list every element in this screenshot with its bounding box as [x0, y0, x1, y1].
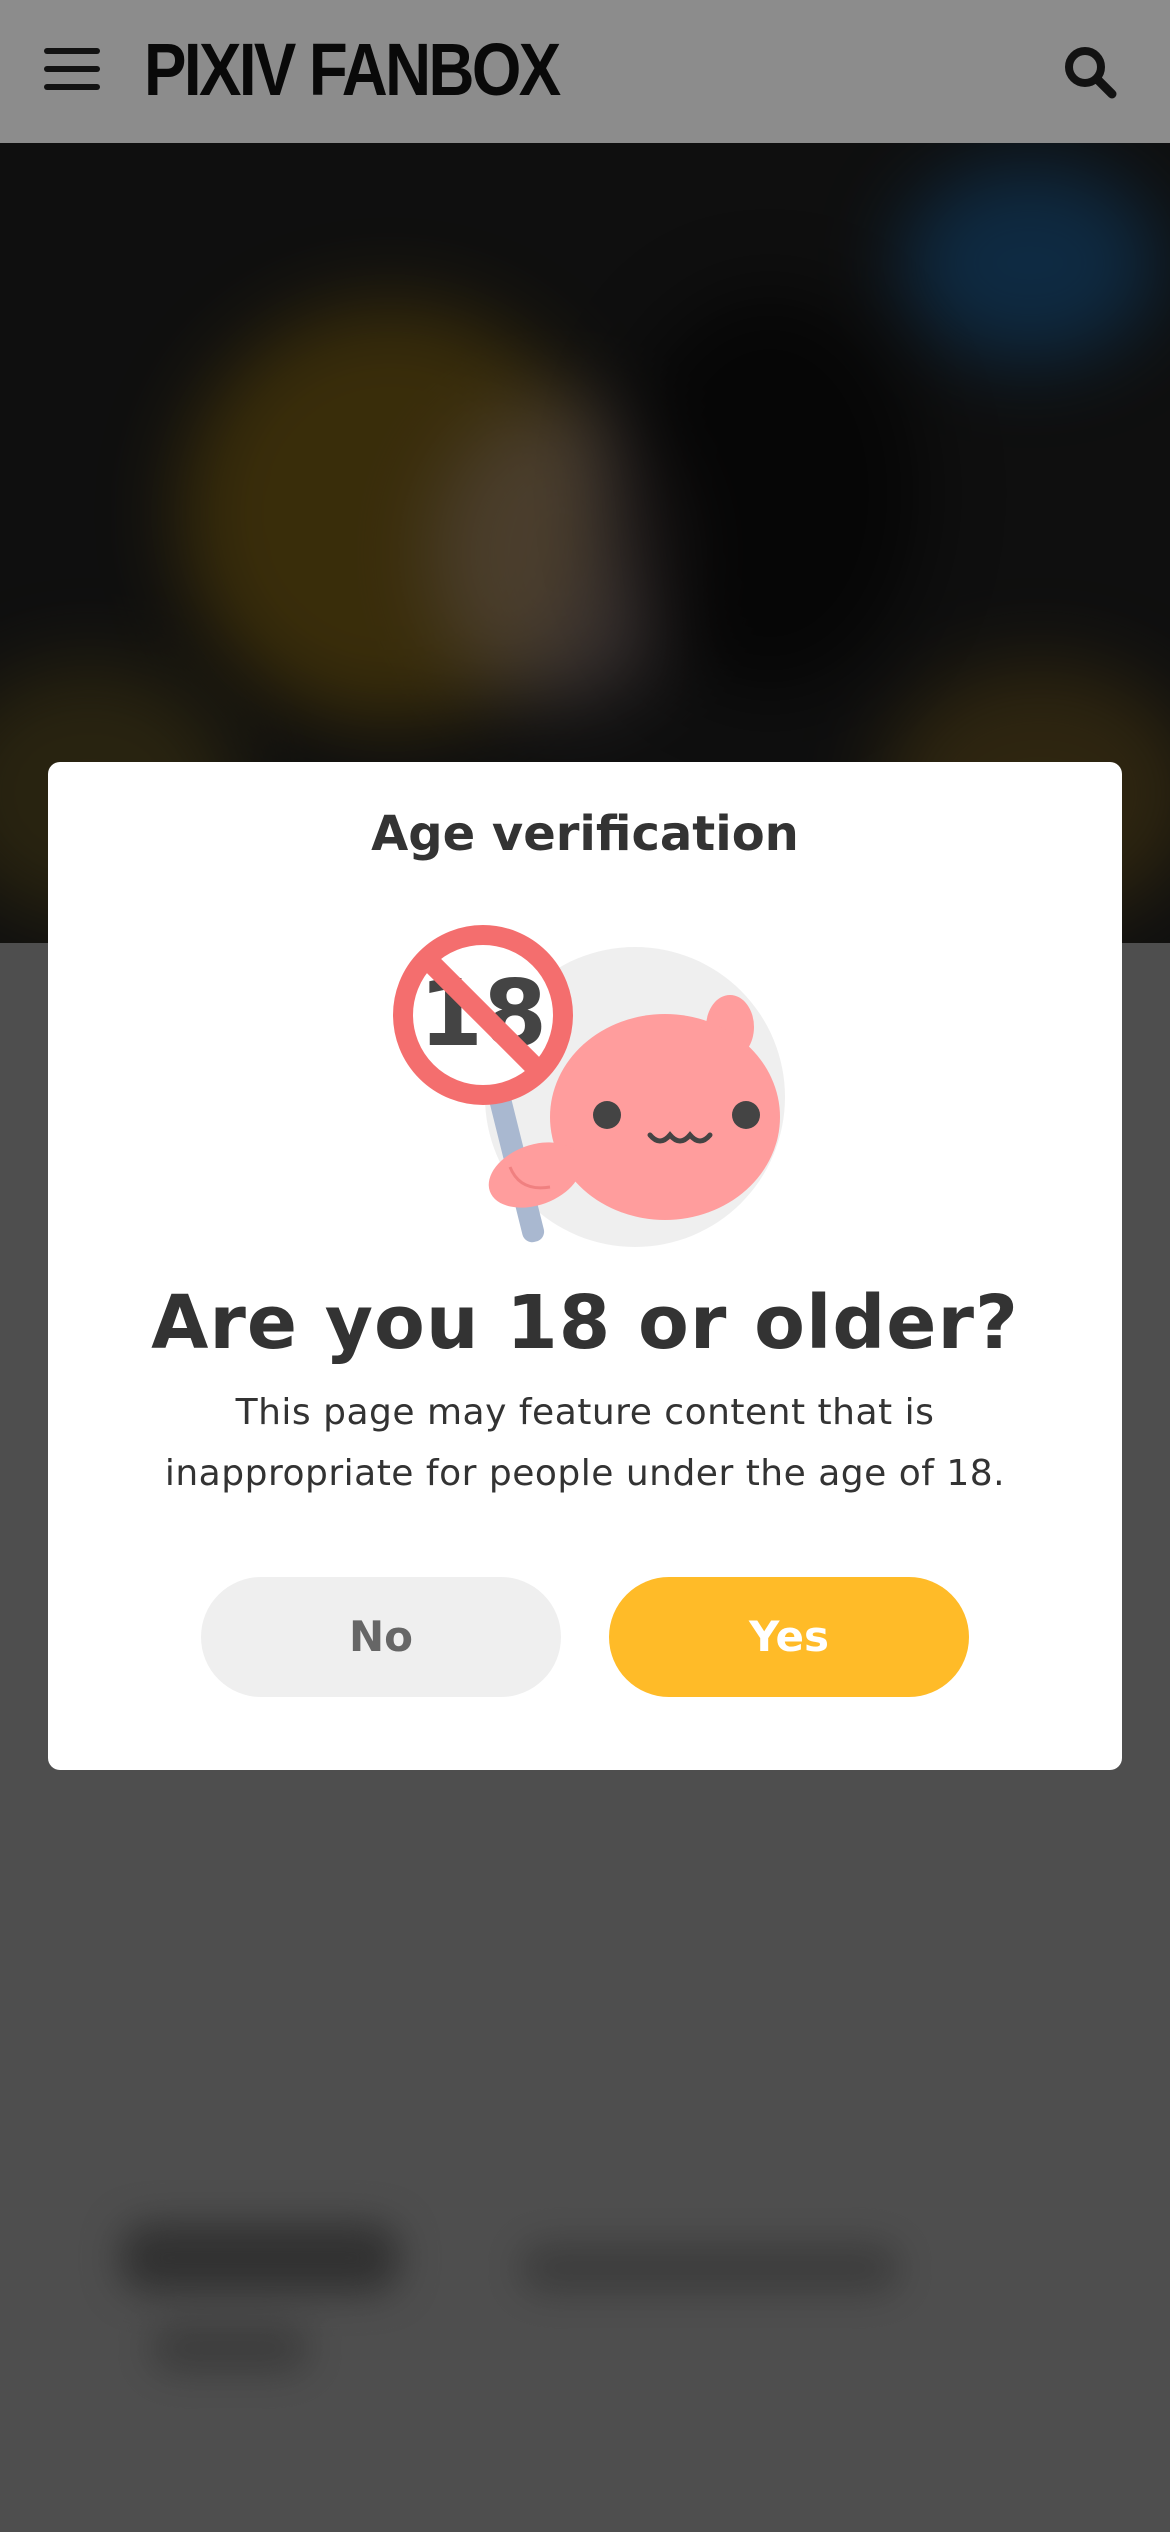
age-verification-dialog: Age verification 18 Are you 18 or: [48, 762, 1122, 1770]
age-restriction-mascot-icon: 18: [385, 917, 785, 1247]
yes-button[interactable]: Yes: [609, 1577, 969, 1697]
dialog-title: Age verification: [371, 806, 799, 862]
no-button[interactable]: No: [201, 1577, 561, 1697]
age-warning-text: This page may feature content that is in…: [164, 1392, 1006, 1494]
age-question: Are you 18 or older?: [151, 1280, 1019, 1366]
